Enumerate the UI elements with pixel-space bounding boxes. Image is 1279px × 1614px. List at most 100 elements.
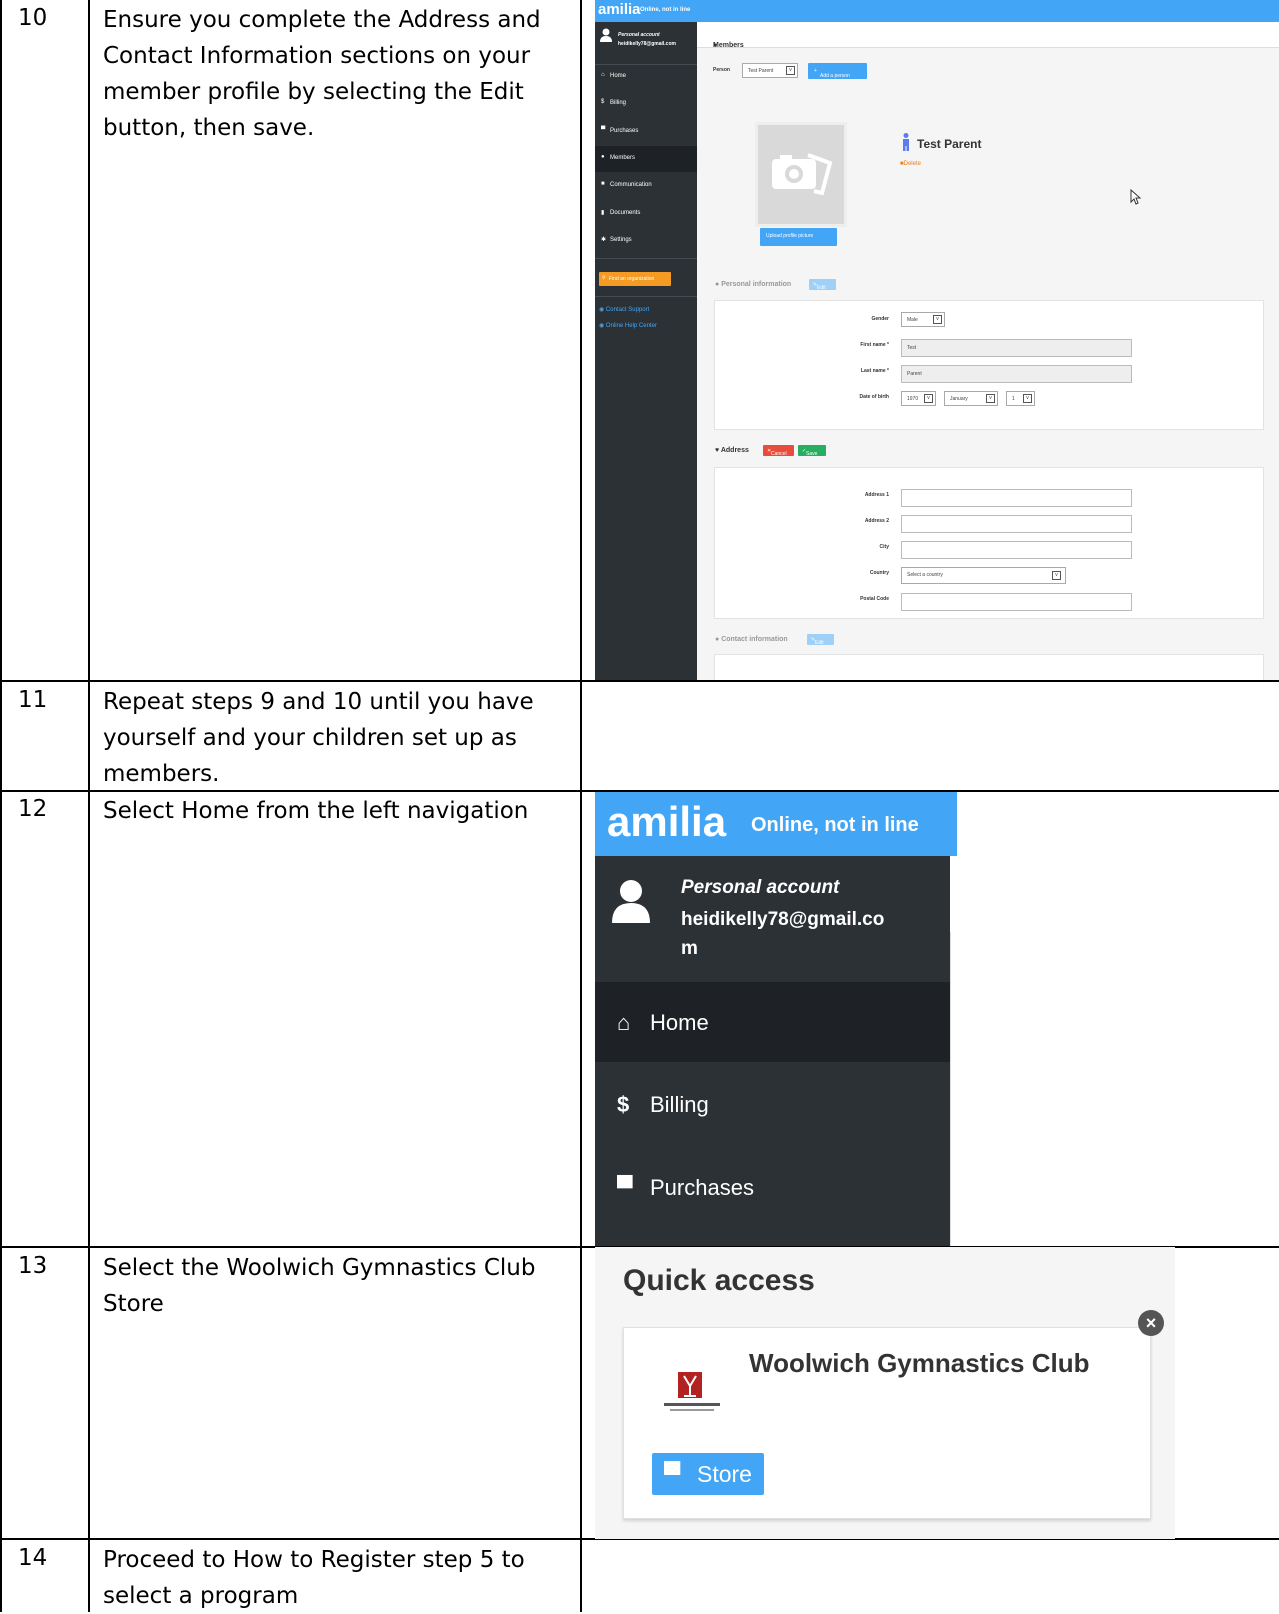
brand-tagline: Online, not in line	[640, 7, 691, 13]
upload-picture-button[interactable]: Upload profile picture	[760, 228, 837, 246]
find-organization-button[interactable]: ⚲ Find an organization	[599, 272, 671, 286]
club-card[interactable]: Woolwich Gymnastics Club ▀ Store	[623, 1327, 1151, 1519]
step-number: 12	[18, 796, 48, 822]
personal-info-edit-button[interactable]: ✎ Edit	[809, 279, 836, 291]
user-icon	[612, 880, 650, 923]
contact-info-panel	[714, 654, 1264, 680]
table-border-left	[0, 0, 2, 1612]
gender-select[interactable]: Male v	[901, 312, 945, 327]
user-icon	[600, 28, 612, 42]
contact-info-title: ● Contact information	[715, 636, 788, 643]
help-icon: ◉	[599, 323, 606, 329]
city-label: City	[879, 544, 889, 550]
contact-info-edit-button[interactable]: ✎ Edit	[807, 634, 834, 646]
sidebar-item-home[interactable]: ⌂ Home	[595, 982, 950, 1062]
address1-label: Address 1	[864, 492, 889, 498]
store-button[interactable]: ▀ Store	[652, 1453, 764, 1495]
divider	[595, 296, 697, 297]
delete-link[interactable]: ■Delete	[900, 161, 921, 167]
first-name-label: First name *	[860, 342, 889, 348]
table-column-divider	[88, 0, 90, 1612]
chevron-down-icon: v	[933, 315, 942, 324]
sidebar-item-settings[interactable]: ✱ Settings	[595, 228, 697, 254]
chevron-down-icon: v	[1052, 571, 1061, 580]
top-bar: amilia Online, not in line	[595, 792, 957, 856]
male-person-icon	[903, 133, 909, 151]
step-number: 10	[18, 5, 48, 31]
mouse-cursor-icon	[1130, 189, 1142, 205]
person-label: Person	[713, 67, 730, 73]
camera-icon	[772, 153, 833, 196]
profile-photo-placeholder	[755, 122, 847, 227]
step-number: 14	[18, 1545, 48, 1571]
step-text: Repeat steps 9 and 10 until you have you…	[103, 689, 534, 787]
sidebar-item-purchases[interactable]: ▀ Purchases	[595, 1147, 950, 1227]
add-person-button[interactable]: + Add a person	[808, 63, 867, 79]
address-cancel-button[interactable]: ✕ Cancel	[763, 445, 794, 457]
quick-access-title: Quick access	[623, 1264, 815, 1297]
step-number: 11	[18, 687, 48, 713]
dob-month-select[interactable]: January v	[944, 391, 998, 406]
users-icon: ●	[601, 154, 605, 160]
city-field[interactable]	[901, 541, 1132, 559]
main-content: ● Members Person Test Parent v + Add a pe…	[697, 22, 1279, 680]
sidebar-item-documents[interactable]: ▮ Documents	[595, 201, 697, 227]
gender-label: Gender	[871, 316, 889, 322]
cart-icon: ▀	[617, 1175, 633, 1200]
dob-day-select[interactable]: 1v	[1006, 391, 1035, 406]
contact-support-link[interactable]: ◉ Contact Support	[599, 306, 649, 313]
file-icon: ▮	[601, 210, 605, 216]
sidebar-item-members[interactable]: ● Members	[595, 146, 697, 172]
address-panel: Address 1 Address 2 City Country Select …	[714, 467, 1264, 619]
brand-logo[interactable]: amilia	[607, 798, 726, 846]
dob-year-select[interactable]: 1970 v	[901, 391, 936, 406]
postal-code-field[interactable]	[901, 593, 1132, 611]
page-header: ● Members	[697, 22, 1279, 49]
address2-label: Address 2	[864, 518, 889, 524]
address-save-button[interactable]: ✓ Save	[798, 445, 826, 457]
date-of-birth-label: Date of birth	[859, 394, 889, 400]
address1-field[interactable]	[901, 489, 1132, 507]
country-select[interactable]: Select a country v	[901, 567, 1066, 584]
sidebar-item-communication[interactable]: ■ Communication	[595, 173, 697, 199]
close-icon[interactable]: ×	[1138, 1310, 1164, 1336]
personal-info-title: ● Personal information	[715, 281, 792, 288]
divider	[595, 258, 697, 259]
postal-code-label: Postal Code	[860, 596, 889, 602]
sidebar-item-billing[interactable]: $ Billing	[595, 1064, 950, 1144]
cart-icon: ▀	[664, 1461, 681, 1487]
help-center-link[interactable]: ◉ Online Help Center	[599, 322, 657, 329]
brand-tagline: Online, not in line	[751, 814, 919, 836]
sidebar-item-home[interactable]: ⌂ Home	[595, 64, 697, 90]
profile-name: Test Parent	[917, 137, 982, 151]
step-number: 13	[18, 1253, 48, 1279]
account-email: heidikelly78@gmail.com	[681, 909, 885, 959]
account-label: Personal account	[618, 32, 660, 38]
cart-icon: ▀	[601, 127, 606, 133]
page-title: Members	[713, 42, 744, 49]
sidebar-item-billing[interactable]: $ Billing	[595, 91, 697, 117]
envelope-icon: ■	[601, 181, 605, 187]
person-select[interactable]: Test Parent v	[742, 63, 798, 78]
address-title: ♥ Address	[715, 447, 749, 454]
first-name-field[interactable]: Test	[901, 339, 1132, 357]
support-icon: ◉	[599, 307, 606, 313]
step-text: Select the Woolwich Gymnastics Club Stor…	[103, 1255, 536, 1317]
members-page-screenshot: amilia Online, not in line Personal acco…	[595, 0, 1279, 680]
country-label: Country	[869, 570, 889, 576]
last-name-field[interactable]: Parent	[901, 365, 1132, 383]
dollar-icon: $	[601, 99, 605, 105]
table-column-divider	[580, 0, 582, 1612]
home-icon: ⌂	[617, 1010, 631, 1035]
sidebar-item-purchases[interactable]: ▀ Purchases	[595, 119, 697, 145]
club-name[interactable]: Woolwich Gymnastics Club	[749, 1348, 1089, 1379]
quick-access-screenshot: Quick access Woolwich Gymnastics Club ▀ S…	[595, 1247, 1175, 1539]
gear-icon: ✱	[601, 237, 607, 243]
address2-field[interactable]	[901, 515, 1132, 533]
top-bar: amilia Online, not in line	[595, 0, 1279, 22]
step-text: Proceed to How to Register step 5 to sel…	[103, 1547, 525, 1609]
sidebar-zoom-screenshot: amilia Online, not in line Personal acco…	[595, 792, 957, 1246]
brand-logo[interactable]: amilia	[598, 1, 641, 18]
chevron-down-icon: v	[786, 66, 795, 75]
chevron-down-icon: v	[1023, 394, 1032, 403]
